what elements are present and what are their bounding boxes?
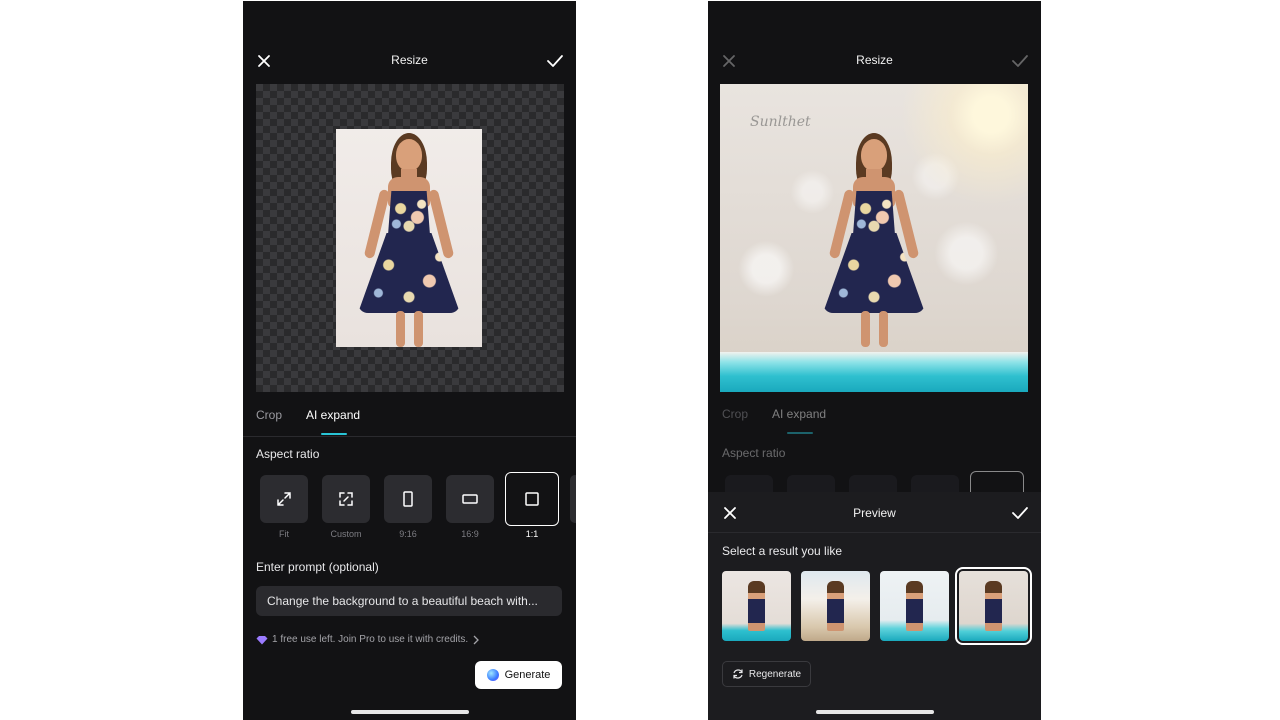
prompt-input[interactable]: Change the background to a beautiful bea… [256,586,562,616]
expand-arrows-icon [277,492,291,506]
page-title: Resize [391,53,428,67]
ratio-label-1-1: 1:1 [525,529,539,539]
generate-label: Generate [504,669,551,681]
top-bar: Resize [243,45,576,77]
regenerate-label: Regenerate [748,668,802,680]
person-figure [801,129,947,347]
ai-orb-icon [486,669,499,681]
ratio-9-16-button[interactable] [384,475,432,523]
person-figure [336,129,482,347]
source-photo [336,129,482,347]
page-title: Resize [856,53,893,67]
regenerate-button[interactable]: Regenerate [722,661,811,687]
person-figure [906,581,923,631]
home-indicator [350,710,469,714]
credit-text: 1 free use left. Join Pro to use it with… [272,634,469,645]
portrait-rect-icon [403,491,413,507]
select-result-label: Select a result you like [722,544,843,558]
result-thumbnail-2[interactable] [801,571,870,641]
ratio-custom-button[interactable] [322,475,370,523]
confirm-check-icon[interactable] [543,49,567,73]
confirm-check-icon[interactable] [1008,501,1032,525]
prompt-label: Enter prompt (optional) [256,560,379,574]
image-canvas[interactable] [256,84,564,392]
active-tab-indicator [787,432,813,434]
custom-frame-icon [339,492,353,506]
refresh-icon [733,669,743,679]
result-canvas: Sunlthet [720,84,1028,392]
active-tab-indicator [321,433,347,435]
tab-crop[interactable]: Crop [256,408,282,422]
aspect-ratio-label: Aspect ratio [722,446,786,460]
ratio-fit-button[interactable] [260,475,308,523]
ratio-label-16-9: 16:9 [461,529,479,539]
tab-ai-expand[interactable]: AI expand [306,408,360,422]
confirm-check-icon [1008,49,1032,73]
ratio-1-1-button[interactable] [505,472,559,526]
generate-button[interactable]: Generate [475,661,562,689]
landscape-rect-icon [462,494,478,504]
divider [708,532,1041,533]
aspect-ratio-label: Aspect ratio [256,447,320,461]
preview-screen: Resize Sunlthet Crop AI expand Aspect ra… [708,1,1041,720]
ratio-label-9-16: 9:16 [399,529,417,539]
watermark-text: Sunlthet [750,114,811,130]
person-figure [748,581,765,631]
ratio-label-custom: Custom [330,529,362,539]
home-indicator [815,710,934,714]
resize-screen: Resize Crop AI expand Aspect ratio Fit C… [243,1,576,720]
ratio-label-fit: Fit [279,529,289,539]
credit-notice[interactable]: 1 free use left. Join Pro to use it with… [256,634,480,645]
tab-ai-expand: AI expand [772,407,827,421]
ratio-more-button[interactable] [570,475,576,523]
chevron-right-icon [473,635,480,644]
tab-crop: Crop [722,407,749,421]
square-icon [525,492,539,506]
ratio-16-9-button[interactable] [446,475,494,523]
top-bar: Resize [708,45,1041,77]
diamond-icon [256,635,268,644]
person-figure [985,581,1002,631]
result-thumbnail-4[interactable] [955,567,1032,645]
divider [243,436,576,437]
person-figure [827,581,844,631]
result-thumbnail-1[interactable] [722,571,791,641]
result-thumbnail-3[interactable] [880,571,949,641]
sea-waves [720,352,1028,392]
preview-title: Preview [853,506,896,520]
